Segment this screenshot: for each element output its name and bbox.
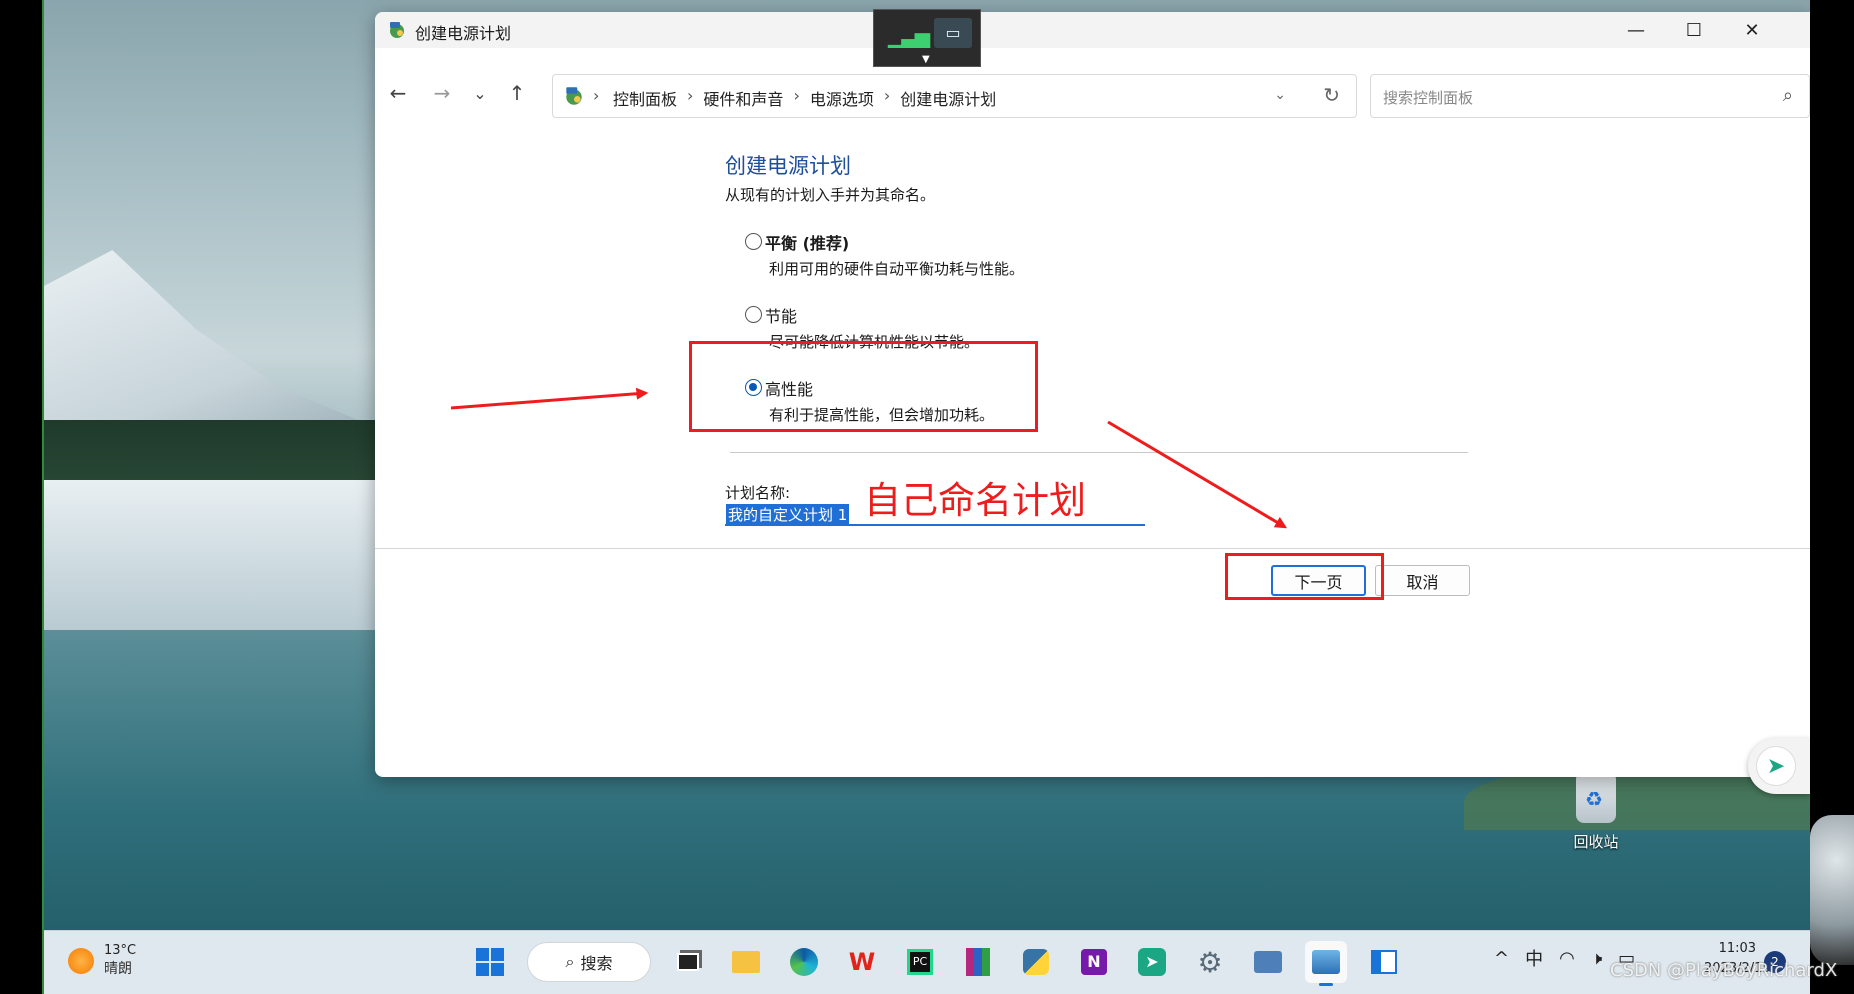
pycharm-icon: PC [907, 949, 933, 975]
gear-icon: ⚙ [1197, 945, 1223, 979]
window-icon [1371, 950, 1397, 974]
task-view-icon [677, 953, 699, 971]
windows-logo-icon [476, 948, 504, 976]
caret-down-icon: ▼ [922, 54, 930, 65]
wifi-icon[interactable]: ◠ [1559, 948, 1575, 969]
csdn-watermark: CSDN @PlayBoyRichardX [1610, 960, 1838, 981]
control-panel-icon [1312, 950, 1340, 974]
wps-office-button[interactable]: W [841, 941, 883, 983]
network-app-button[interactable] [1247, 941, 1289, 983]
monitor-icon[interactable]: ▭ [934, 18, 972, 48]
chevron-up-icon[interactable]: ^ [1494, 948, 1509, 969]
edge-browser-button[interactable] [783, 941, 825, 983]
floating-share-button[interactable]: ➤ [1748, 738, 1810, 794]
feishu-send-button[interactable]: ➤ [1131, 941, 1173, 983]
python-button[interactable] [1015, 941, 1057, 983]
taskbar: 13°C 晴朗 ⌕ 搜索 W PC N ➤ ⚙ ^ 中 ◠ 🕨 ▭ 11:03 … [44, 930, 1810, 994]
control-panel-taskbar-button[interactable] [1305, 941, 1347, 986]
weather-description: 晴朗 [104, 961, 132, 977]
file-explorer-button[interactable] [725, 941, 767, 983]
annotation-arrow-right [1107, 420, 1288, 529]
search-icon: ⌕ [565, 952, 575, 971]
edge-icon [790, 948, 818, 976]
weather-widget[interactable]: 13°C 晴朗 [68, 943, 136, 978]
sun-icon [68, 947, 94, 974]
task-view-button[interactable] [667, 941, 709, 983]
speaker-muted-icon[interactable]: 🕨 [1591, 948, 1602, 969]
taskbar-apps: ⌕ 搜索 W PC N ➤ ⚙ [469, 941, 1405, 986]
clock-time: 11:03 [1718, 941, 1757, 956]
settings-button[interactable]: ⚙ [1189, 941, 1231, 983]
signal-bars-icon: ▁▃▅ [888, 24, 930, 48]
ime-indicator[interactable]: 中 [1525, 945, 1543, 971]
network-computer-icon [1254, 951, 1282, 973]
folder-icon [732, 951, 760, 973]
pycharm-button[interactable]: PC [899, 941, 941, 983]
annotation-arrows [450, 387, 1288, 529]
paper-plane-icon: ➤ [1756, 746, 1796, 786]
python-icon [1023, 949, 1049, 975]
weather-temperature: 13°C [104, 943, 137, 958]
onenote-icon: N [1081, 949, 1107, 975]
robot-mascot-image [1810, 815, 1854, 965]
onenote-button[interactable]: N [1073, 941, 1115, 983]
winrar-icon [966, 948, 990, 976]
wps-icon: W [848, 948, 876, 976]
annotation-arrow-left [450, 387, 649, 410]
taskbar-search-label: 搜索 [580, 954, 613, 973]
winrar-button[interactable] [957, 941, 999, 983]
network-overlay-widget[interactable]: ▁▃▅ ▭ ▼ [873, 9, 981, 67]
paper-plane-icon: ➤ [1138, 948, 1166, 976]
taskbar-search[interactable]: ⌕ 搜索 [527, 942, 651, 982]
window-app-button[interactable] [1363, 941, 1405, 983]
start-button[interactable] [469, 941, 511, 983]
